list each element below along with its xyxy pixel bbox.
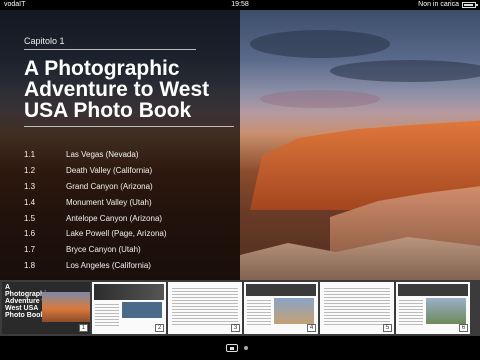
toc-item-number: 1.7: [24, 245, 36, 255]
toc-item-number: 1.2: [24, 166, 36, 176]
page-thumbnail-5[interactable]: 5: [320, 282, 394, 334]
toc-item[interactable]: 1.7 Bryce Canyon (Utah): [24, 242, 234, 258]
toc-item-label: Death Valley (California): [66, 166, 153, 176]
toc-item-label: Las Vegas (Nevada): [66, 150, 139, 160]
page-thumbnail-3[interactable]: 3: [168, 282, 242, 334]
toc-item[interactable]: 1.6 Lake Powell (Page, Arizona): [24, 226, 234, 242]
page-thumbnail-6[interactable]: 6: [396, 282, 470, 334]
page-thumbnail-strip[interactable]: A Photographic Adventure to West USA Pho…: [0, 280, 480, 336]
page-thumbnail-1[interactable]: A Photographic Adventure to West USA Pho…: [2, 282, 90, 334]
chapter-overlay-panel: Capitolo 1 A Photographic Adventure to W…: [0, 10, 240, 280]
clock: 19:58: [231, 1, 249, 8]
page-number: 6: [459, 324, 468, 332]
battery-status: Non in carica: [418, 0, 478, 10]
toc-item-number: 1.4: [24, 197, 36, 207]
toc-item-label: Lake Powell (Page, Arizona): [66, 229, 167, 239]
grid-icon: [230, 346, 234, 350]
toc-item[interactable]: 1.4 Monument Valley (Utah): [24, 194, 234, 210]
divider: [24, 49, 196, 50]
toc-item-label: Antelope Canyon (Arizona): [66, 213, 163, 223]
toc-item[interactable]: 1.5 Antelope Canyon (Arizona): [24, 210, 234, 226]
page-number: 3: [231, 324, 240, 332]
page-indicator-bar: [0, 336, 480, 360]
page-dot[interactable]: [244, 346, 248, 350]
toc-item-number: 1.8: [24, 260, 36, 270]
table-of-contents: 1.1 Las Vegas (Nevada) 1.2 Death Valley (Ca…: [24, 147, 234, 273]
book-title: A Photographic Adventure to West USA Pho…: [24, 57, 210, 122]
toc-item[interactable]: 1.1 Las Vegas (Nevada): [24, 147, 234, 163]
divider: [24, 126, 234, 127]
status-bar: vodaIT 19:58 Non in carica: [0, 0, 480, 10]
toc-item[interactable]: 1.2 Death Valley (California): [24, 163, 234, 179]
toc-item-number: 1.6: [24, 229, 36, 239]
page-thumbnail-2[interactable]: 2: [92, 282, 166, 334]
battery-icon: [462, 2, 478, 8]
page-number: 4: [307, 324, 316, 332]
toc-item-number: 1.5: [24, 213, 36, 223]
charging-label: Non in carica: [418, 1, 459, 8]
toc-item[interactable]: 1.8 Los Angeles (California): [24, 258, 234, 274]
toc-item-number: 1.3: [24, 181, 36, 191]
toc-item-number: 1.1: [24, 150, 36, 160]
page-thumbnail-4[interactable]: 4: [244, 282, 318, 334]
toc-item-label: Bryce Canyon (Utah): [66, 245, 141, 255]
page-number: 2: [155, 324, 164, 332]
page-number: 1: [79, 324, 88, 332]
page-number: 5: [383, 324, 392, 332]
toc-item-label: Los Angeles (California): [66, 260, 151, 270]
toc-item-label: Monument Valley (Utah): [66, 197, 152, 207]
chapter-label: Capitolo 1: [24, 36, 65, 46]
thumbnail-grid-button[interactable]: [226, 344, 238, 352]
toc-item-label: Grand Canyon (Arizona): [66, 181, 153, 191]
toc-item[interactable]: 1.3 Grand Canyon (Arizona): [24, 179, 234, 195]
